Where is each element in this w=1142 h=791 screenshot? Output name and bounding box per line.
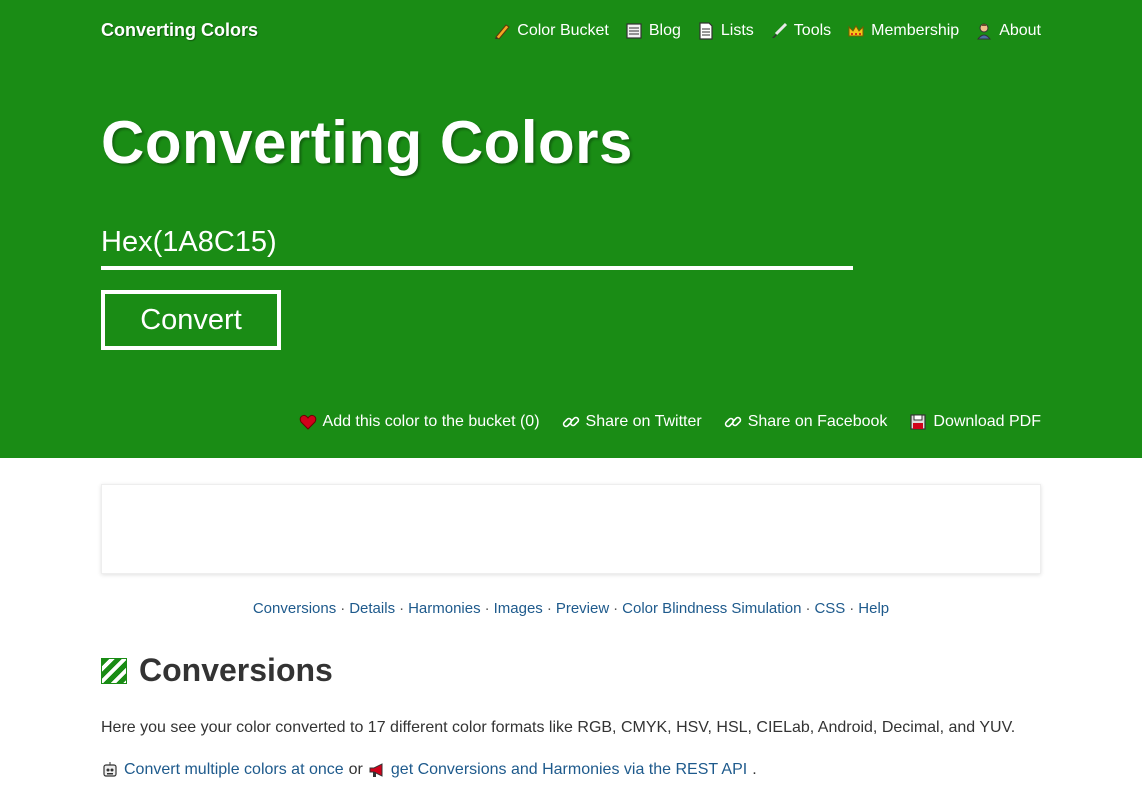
nav-label: Blog xyxy=(648,22,681,39)
share-facebook-link[interactable]: Share on Facebook xyxy=(724,413,888,431)
person-icon xyxy=(975,22,993,40)
nav-label: About xyxy=(999,22,1041,39)
separator: · xyxy=(546,600,552,617)
nav-about[interactable]: About xyxy=(975,22,1041,40)
main-nav: Color Bucket Blog Lists Tools Membership xyxy=(493,22,1041,40)
convert-multiple-link[interactable]: Convert multiple colors at once xyxy=(124,761,344,779)
pencil-icon xyxy=(493,22,511,40)
toc-harmonies[interactable]: Harmonies xyxy=(408,600,481,617)
toc-images[interactable]: Images xyxy=(494,600,543,617)
section-description: Here you see your color converted to 17 … xyxy=(101,719,1016,736)
download-pdf-link[interactable]: Download PDF xyxy=(909,413,1041,431)
separator: · xyxy=(484,600,490,617)
separator: · xyxy=(399,600,405,617)
hero-header: Converting Colors Color Bucket Blog List… xyxy=(0,0,1142,458)
robot-icon xyxy=(101,761,119,779)
toc-css[interactable]: CSS xyxy=(814,600,845,617)
brand-logo[interactable]: Converting Colors xyxy=(101,20,258,41)
rest-api-link[interactable]: get Conversions and Harmonies via the RE… xyxy=(391,761,747,779)
action-bar: Add this color to the bucket (0) Share o… xyxy=(299,413,1041,431)
newspaper-icon xyxy=(625,22,643,40)
separator: · xyxy=(340,600,346,617)
toc-conversions[interactable]: Conversions xyxy=(253,600,336,617)
megaphone-icon xyxy=(368,761,386,779)
nav-lists[interactable]: Lists xyxy=(697,22,754,40)
convert-button[interactable]: Convert xyxy=(101,290,281,350)
document-icon xyxy=(697,22,715,40)
toc-preview[interactable]: Preview xyxy=(556,600,609,617)
nav-tools[interactable]: Tools xyxy=(770,22,831,40)
separator: · xyxy=(613,600,619,617)
connector-text: or xyxy=(348,761,363,778)
ad-placeholder xyxy=(101,484,1041,574)
crown-icon xyxy=(847,22,865,40)
page-title: Converting Colors xyxy=(101,109,633,176)
table-of-contents: Conversions · Details · Harmonies · Images · Pre… xyxy=(0,600,1142,617)
nav-blog[interactable]: Blog xyxy=(625,22,681,40)
nav-label: Membership xyxy=(871,22,960,39)
link-icon xyxy=(724,413,742,431)
add-to-bucket-link[interactable]: Add this color to the bucket (0) xyxy=(299,413,540,431)
share-twitter-link[interactable]: Share on Twitter xyxy=(562,413,702,431)
brush-icon xyxy=(770,22,788,40)
color-swatch-icon xyxy=(101,657,127,684)
toc-help[interactable]: Help xyxy=(858,600,889,617)
nav-color-bucket[interactable]: Color Bucket xyxy=(493,22,609,40)
nav-label: Color Bucket xyxy=(517,22,609,39)
section-title-text: Conversions xyxy=(139,652,333,688)
nav-membership[interactable]: Membership xyxy=(847,22,959,40)
api-links: Convert multiple colors at once or get C… xyxy=(101,761,757,779)
toc-details[interactable]: Details xyxy=(349,600,395,617)
action-label: Share on Twitter xyxy=(585,413,702,430)
floppy-disk-icon xyxy=(909,413,927,431)
section-heading: Conversions xyxy=(101,652,333,689)
link-icon xyxy=(562,413,580,431)
heart-icon xyxy=(299,413,317,431)
action-label: Add this color to the bucket (0) xyxy=(322,413,540,430)
action-label: Share on Facebook xyxy=(747,413,888,430)
action-label: Download PDF xyxy=(933,413,1041,430)
trailing-period: . xyxy=(752,761,757,778)
separator: · xyxy=(805,600,811,617)
nav-label: Lists xyxy=(720,22,754,39)
toc-color-blindness[interactable]: Color Blindness Simulation xyxy=(622,600,801,617)
color-input[interactable] xyxy=(101,218,853,270)
separator: · xyxy=(849,600,855,617)
nav-label: Tools xyxy=(793,22,832,39)
